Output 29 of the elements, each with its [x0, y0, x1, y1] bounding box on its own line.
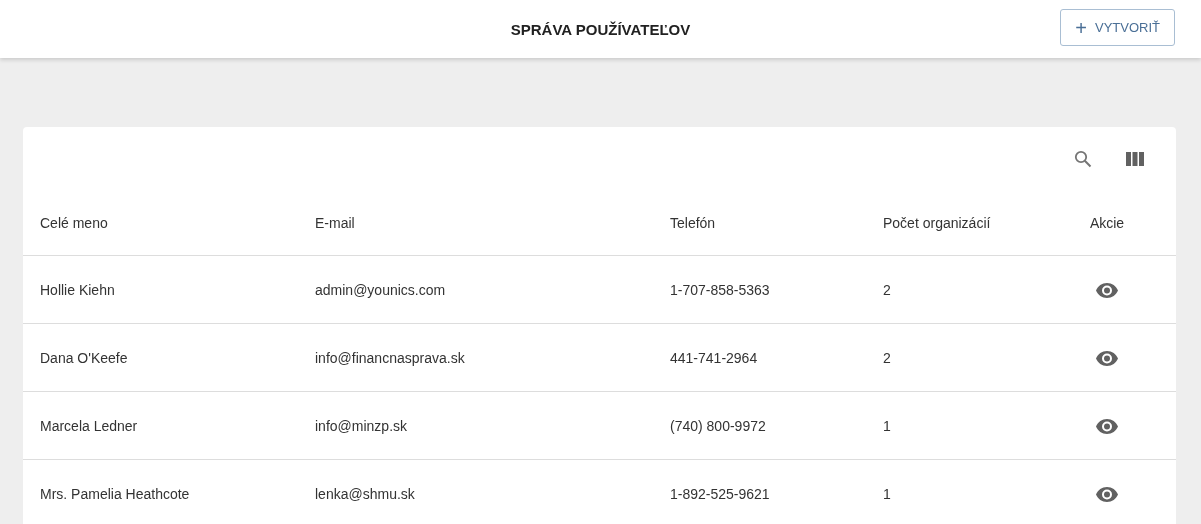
page-title: SPRÁVA POUŽÍVATEĽOV	[510, 20, 691, 38]
table-cell: 2	[883, 349, 891, 366]
table-cell: 1-892-525-9621	[670, 485, 770, 502]
table-cell: lenka@shmu.sk	[315, 485, 415, 502]
view-eye-icon[interactable]	[1096, 282, 1118, 298]
view-eye-icon[interactable]	[1096, 486, 1118, 502]
column-header: Telefón	[669, 190, 882, 256]
column-header: E-mail	[314, 190, 669, 256]
table-cell: info@minzp.sk	[315, 417, 408, 434]
table-cell: info@financnasprava.sk	[315, 349, 465, 366]
table-cell: admin@younics.com	[315, 281, 446, 298]
table-cell: (740) 800-9972	[670, 417, 766, 434]
table-cell: 1-707-858-5363	[670, 281, 770, 298]
table-cell: 2	[883, 281, 891, 298]
create-button[interactable]: + VYTVORIŤ	[1060, 9, 1175, 46]
column-header: Celé meno	[23, 190, 314, 256]
view-eye-icon[interactable]	[1096, 418, 1118, 434]
table-cell: 1	[883, 485, 891, 502]
column-header: Akcie	[1061, 190, 1176, 256]
search-icon[interactable]	[1074, 149, 1092, 168]
table-cell: Dana O'Keefe	[40, 349, 128, 366]
table-cell: Marcela Ledner	[40, 417, 138, 434]
table-cell: Hollie Kiehn	[40, 281, 115, 298]
table-cell: 441-741-2964	[670, 349, 758, 366]
columns-icon[interactable]	[1126, 151, 1144, 166]
table-cell: 1	[883, 417, 891, 434]
view-eye-icon[interactable]	[1096, 350, 1118, 366]
table-cell: Mrs. Pamelia Heathcote	[40, 485, 190, 502]
column-header: Počet organizácií	[882, 190, 1061, 256]
